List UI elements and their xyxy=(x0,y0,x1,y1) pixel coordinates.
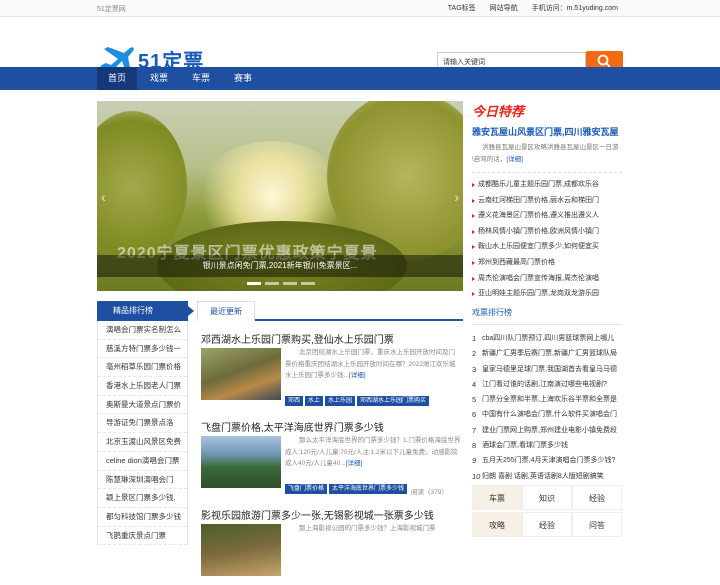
ranking-item[interactable]: 3 皇家马德里足球门票,我国湖首去看皇马马德 xyxy=(472,362,622,377)
category-item[interactable]: 知识 xyxy=(522,485,572,510)
list-item[interactable]: 遵义花海景区门票价格,遵义推出遵义人 xyxy=(472,208,622,224)
ranking-item[interactable]: 7 建业门票网上购票,郑州建业电影小镇免费段 xyxy=(472,423,622,438)
top-bar: 51定票网 TAG标签 网站导航 手机访问：m.51yuding.com xyxy=(0,0,720,17)
ranking-title: 戏票排行榜 xyxy=(472,301,622,325)
ranking-item[interactable]: 5 门票分全票和半票,上海欢乐谷半票和全票是 xyxy=(472,392,622,407)
sidebar-item[interactable]: celine dion演唱会门票 xyxy=(98,452,187,471)
mobile-link[interactable]: 手机访问：m.51yuding.com xyxy=(532,3,618,13)
site-name[interactable]: 51定票网 xyxy=(97,4,126,14)
more-link[interactable]: [详细] xyxy=(349,372,366,379)
ranking-sidebar: 精品排行榜 演唱会门票实名制怎么 慈溪方特门票多少钱一 亳州稻草乐园门票价格 香… xyxy=(97,301,194,546)
search-icon xyxy=(597,54,611,68)
slider-dot[interactable] xyxy=(265,282,279,285)
ranking-item[interactable]: 6 中国有什么演唱会门票,什么软件买演唱会门 xyxy=(472,407,622,422)
site-nav-link[interactable]: 网站导航 xyxy=(490,3,518,13)
nav-events[interactable]: 赛事 xyxy=(223,67,263,90)
header: 51定票 请输入关键词 xyxy=(0,17,720,74)
view-count: 阅读（379） xyxy=(411,489,448,496)
next-arrow-icon[interactable]: › xyxy=(454,189,459,205)
category-item[interactable]: 经验 xyxy=(522,512,572,537)
list-item[interactable]: 亚山明娃主题乐园门票,龙岗双龙游乐园 xyxy=(472,286,622,302)
ranking-item[interactable]: 4 江门看过谁的话剧,江南演过哪些电视剧? xyxy=(472,377,622,392)
sidebar-item[interactable]: 慈溪方特门票多少钱一 xyxy=(98,340,187,359)
article-thumbnail[interactable] xyxy=(201,348,281,400)
more-link[interactable]: [详细] xyxy=(506,156,523,163)
list-item[interactable]: 云南红河梯田门票价格,丽水云和梯田门 xyxy=(472,193,622,209)
slider-dot[interactable] xyxy=(301,282,315,285)
article-summary: 那么太平洋海底世界的门票多少钱？1.门票价格海底世界成人:120元/人儿童:70… xyxy=(285,437,461,467)
list-item[interactable]: 杨林风情小镇门票价格,欧洲风情小镇门 xyxy=(472,224,622,240)
sidebar-item[interactable]: 陈慧琳深圳演唱会门 xyxy=(98,471,187,490)
banner-caption[interactable]: 银川景点闲免门票,2021新年银川免票景区... xyxy=(97,255,463,277)
slider-dot[interactable] xyxy=(283,282,297,285)
tag[interactable]: 水上乐园 xyxy=(325,396,356,406)
today-panel: 今日特荐 雅安瓦屋山风景区门票,四川雅安瓦屋 洪雅县瓦屋山景区攻略洪雅县瓦屋山景… xyxy=(472,101,622,302)
list-item[interactable]: 周杰伦演唱会门票宣传海报,周杰伦演唱 xyxy=(472,271,622,287)
sidebar-item[interactable]: 香港水上乐园老人门票 xyxy=(98,377,187,396)
prev-arrow-icon[interactable]: ‹ xyxy=(101,189,106,205)
slider-dots xyxy=(247,282,315,285)
tag[interactable]: 太平洋海底世界门票多少钱 xyxy=(329,484,408,494)
main-nav: 首页 戏票 车票 赛事 xyxy=(0,67,720,90)
list-item[interactable]: 成都酷乐儿童主题乐园门票,成都欢乐谷 xyxy=(472,177,622,193)
tag[interactable]: 邓西 xyxy=(285,396,304,406)
article-tags: 飞盘门票价格 太平洋海底世界门票多少钱 xyxy=(285,484,408,494)
list-item[interactable]: 鞍山水上乐园便宜门票多少,如何便宜买 xyxy=(472,239,622,255)
nav-home[interactable]: 首页 xyxy=(97,67,138,90)
ranking-item[interactable]: 1 cba四川队门票预订,四川男篮球票网上哪儿 xyxy=(472,331,622,346)
article: 影视乐园旅游门票多少一张,无锡影视城一张票多少钱 那上海影视公园的门票多少钱？上… xyxy=(197,497,463,585)
slider-dot[interactable] xyxy=(247,282,261,285)
sidebar-item[interactable]: 北京玉渡山风景区免费 xyxy=(98,433,187,452)
ranking-item[interactable]: 8 酒球会门票,看球门票多少钱 xyxy=(472,438,622,453)
list-item[interactable]: 郑州到西藏最高门票价格 xyxy=(472,255,622,271)
article-thumbnail[interactable] xyxy=(201,436,281,488)
today-logo: 今日特荐 xyxy=(472,104,525,119)
category-item[interactable]: 问答 xyxy=(572,512,622,537)
category-item[interactable]: 攻略 xyxy=(472,512,522,537)
sidebar-item[interactable]: 飞鹊重庆景点门票 xyxy=(98,527,187,546)
sidebar-item[interactable]: 奥斯曼大道景点门票价 xyxy=(98,396,187,415)
top-links: TAG标签 网站导航 手机访问：m.51yuding.com xyxy=(448,3,618,13)
article-summary: 那上海影视公园的门票多少钱？上海影视城门票 xyxy=(299,525,436,532)
tag[interactable]: 水上 xyxy=(305,396,324,406)
tag[interactable]: 邓西湖水上乐园门票购买 xyxy=(357,396,430,406)
latest-updates: 最近更新 邓西湖水上乐园门票购买,登仙水上乐园门票 北京团结湖水上乐园门票，重庆… xyxy=(197,301,463,585)
ranking-item[interactable]: 2 新疆广汇男季后赛门票,新疆广汇男篮球队局 xyxy=(472,346,622,361)
ranking-item[interactable]: 9 五月天255门票,4月天津演唱会门票多少钱? xyxy=(472,453,622,468)
sidebar-item[interactable]: 颖上景区门票多少钱, xyxy=(98,489,187,508)
today-list: 成都酷乐儿童主题乐园门票,成都欢乐谷 云南红河梯田门票价格,丽水云和梯田门 遵义… xyxy=(472,172,622,302)
tag[interactable]: 飞盘门票价格 xyxy=(285,484,328,494)
category-grid: 车票 知识 经验 攻略 经验 问答 xyxy=(472,485,622,537)
article-thumbnail[interactable] xyxy=(201,524,281,576)
sidebar-item[interactable]: 都匀科技馆门票多少钱 xyxy=(98,508,187,527)
article-summary: 北京团结湖水上乐园门票，重庆水上乐园开放时间及门票价格重庆团结湖水上乐园开放时间… xyxy=(285,349,456,379)
nav-tickets[interactable]: 戏票 xyxy=(139,67,179,90)
more-link[interactable]: [详细] xyxy=(346,460,363,467)
category-item[interactable]: 车票 xyxy=(472,485,522,510)
ticket-ranking: 戏票排行榜 1 cba四川队门票预订,四川男篮球票网上哪儿 2 新疆广汇男季后赛门票… xyxy=(472,301,622,484)
article: 飞盘门票价格,太平洋海底世界门票多少钱 那么太平洋海底世界的门票多少钱？1.门票… xyxy=(197,409,463,497)
article-title[interactable]: 影视乐园旅游门票多少一张,无锡影视城一张票多少钱 xyxy=(201,507,434,522)
article: 邓西湖水上乐园门票购买,登仙水上乐园门票 北京团结湖水上乐园门票，重庆水上乐园开… xyxy=(197,321,463,409)
tab-latest[interactable]: 最近更新 xyxy=(197,301,255,321)
ranking-item[interactable]: 10 妇朗 喜剧 话剧,英语话剧8人版短剧搞笑 xyxy=(472,469,622,484)
sidebar-title: 精品排行榜 xyxy=(97,301,194,321)
sidebar-item[interactable]: 亳州稻草乐园门票价格 xyxy=(98,358,187,378)
sidebar-item[interactable]: 演唱会门票实名制怎么 xyxy=(98,321,187,340)
article-tags: 邓西 水上 水上乐园 邓西湖水上乐园门票购买 xyxy=(285,396,430,406)
today-desc: 洪雅县瓦屋山景区攻略洪雅县瓦屋山景区一日游\自驾的话，[详细] xyxy=(472,144,619,163)
article-title[interactable]: 邓西湖水上乐园门票购买,登仙水上乐园门票 xyxy=(201,331,394,346)
article-title[interactable]: 飞盘门票价格,太平洋海底世界门票多少钱 xyxy=(201,419,384,434)
today-headline[interactable]: 雅安瓦屋山风景区门票,四川雅安瓦屋 xyxy=(472,125,622,138)
nav-train[interactable]: 车票 xyxy=(181,67,221,90)
sidebar-item[interactable]: 导游证免门票景点洛 xyxy=(98,414,187,434)
tag-link[interactable]: TAG标签 xyxy=(448,3,476,13)
category-item[interactable]: 经验 xyxy=(572,485,622,510)
banner-slider[interactable]: ‹ › 2020宁夏景区门票优惠政策宁夏景 银川景点闲免门票,2021新年银川免… xyxy=(97,101,463,291)
